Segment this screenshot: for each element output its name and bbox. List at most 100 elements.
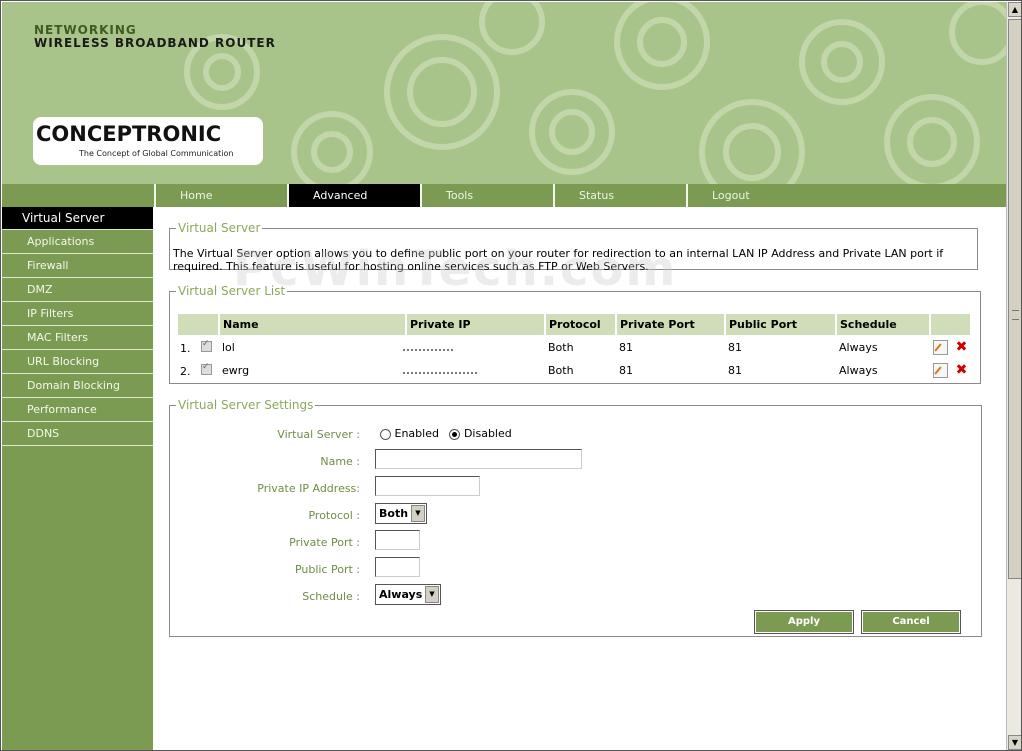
enabled-radio[interactable] — [380, 428, 391, 440]
public-port-label: Public Port : — [294, 563, 360, 576]
scroll-up-arrow-icon[interactable]: ▲ — [1008, 2, 1021, 17]
row-index: 1. — [180, 341, 191, 355]
conceptronic-logo: CONCEPTRONIC The Concept of Global Commu… — [33, 117, 263, 165]
edit-icon[interactable] — [933, 363, 948, 378]
intro-legend: Virtual Server — [178, 221, 261, 235]
row-schedule: Always — [839, 341, 878, 354]
row-select-cell: 2. — [178, 360, 218, 381]
apply-button[interactable]: Apply — [754, 610, 854, 634]
row-schedule: Always — [839, 364, 878, 377]
header-select-cell — [178, 314, 218, 335]
sidebar-item-ip-filters[interactable]: IP Filters — [2, 303, 153, 326]
edit-icon[interactable] — [933, 340, 948, 355]
virtual-server-settings-panel: Virtual Server Settings Virtual Server :… — [169, 398, 982, 637]
name-label: Name : — [320, 455, 360, 468]
virtual-server-radio-group: Enabled Disabled — [380, 427, 512, 440]
row-private-port: 81 — [619, 341, 633, 354]
column-header-private-ip: Private IP — [407, 314, 544, 335]
sidebar-item-domain-blocking[interactable]: Domain Blocking — [2, 375, 153, 398]
row-private-port: 81 — [619, 364, 633, 377]
column-header-public-port: Public Port — [726, 314, 835, 335]
row-name: ewrg — [222, 364, 250, 377]
row-private-ip-redacted — [403, 337, 544, 358]
table-header-row: Name Private IP Protocol Private Port Pu… — [178, 314, 970, 335]
redacted-ip-mark — [403, 365, 477, 374]
column-header-name: Name — [220, 314, 405, 335]
schedule-select[interactable]: Always ▼ — [375, 584, 441, 605]
private-port-label: Private Port : — [289, 536, 360, 549]
name-field[interactable] — [375, 449, 582, 469]
delete-icon[interactable]: ✖ — [955, 340, 968, 354]
row-select-cell: 1. — [178, 337, 218, 358]
chevron-down-icon[interactable]: ▼ — [411, 505, 425, 522]
enabled-label: Enabled — [394, 427, 439, 440]
grip-icon — [1012, 310, 1019, 320]
intro-description: The Virtual Server option allows you to … — [173, 247, 944, 273]
tab-status[interactable]: Status — [553, 184, 686, 207]
router-admin-window: NETWORKING WIRELESS BROADBAND ROUTER CON… — [0, 0, 1022, 751]
sidebar-item-performance[interactable]: Performance — [2, 399, 153, 422]
header-actions-cell — [931, 314, 970, 335]
row-index: 2. — [180, 364, 191, 378]
tab-home[interactable]: Home — [154, 184, 287, 207]
row-private-ip-redacted — [403, 360, 544, 381]
header-banner: NETWORKING WIRELESS BROADBAND ROUTER CON… — [2, 2, 1006, 184]
column-header-private-port: Private Port — [617, 314, 724, 335]
table-row: 1. lol Both 81 81 Always ✖ — [178, 337, 970, 358]
sidebar-item-firewall[interactable]: Firewall — [2, 255, 153, 278]
logo-text: CONCEPTRONIC — [36, 122, 222, 146]
sidebar-item-applications[interactable]: Applications — [2, 231, 153, 254]
row-protocol: Both — [548, 341, 574, 354]
private-port-field[interactable] — [375, 530, 420, 550]
tab-tools[interactable]: Tools — [420, 184, 553, 207]
sidebar-item-mac-filters[interactable]: MAC Filters — [2, 327, 153, 350]
column-header-schedule: Schedule — [837, 314, 929, 335]
sidebar-item-url-blocking[interactable]: URL Blocking — [2, 351, 153, 374]
private-port-label-wrap: Private Port : — [180, 536, 360, 552]
tab-advanced[interactable]: Advanced — [287, 184, 420, 207]
scrollbar-thumb[interactable] — [1008, 19, 1021, 579]
disabled-radio[interactable] — [449, 428, 461, 440]
row-enabled-checkbox[interactable] — [201, 362, 212, 375]
sidebar-item-dmz[interactable]: DMZ — [2, 279, 153, 302]
protocol-selected-value: Both — [379, 507, 409, 520]
virtual-server-label: Virtual Server : — [277, 428, 360, 441]
row-name: lol — [222, 341, 235, 354]
virtual-server-list-panel: Virtual Server List Name Private IP Prot… — [169, 284, 981, 384]
table-row: 2. ewrg Both 81 81 Always ✖ — [178, 360, 970, 381]
scroll-down-arrow-icon[interactable]: ▼ — [1008, 735, 1021, 750]
vertical-scrollbar[interactable]: ▲ ▼ — [1006, 2, 1021, 750]
public-port-field[interactable] — [375, 557, 420, 577]
column-header-protocol: Protocol — [546, 314, 615, 335]
row-protocol: Both — [548, 364, 574, 377]
list-legend: Virtual Server List — [178, 284, 286, 298]
protocol-label-wrap: Protocol : — [180, 509, 360, 525]
schedule-label-wrap: Schedule : — [180, 590, 360, 606]
row-public-port: 81 — [728, 364, 742, 377]
main-content: Virtual Server The Virtual Server option… — [153, 207, 1006, 750]
row-enabled-checkbox[interactable] — [201, 339, 212, 352]
cancel-button[interactable]: Cancel — [861, 610, 961, 634]
sidebar-item-virtual-server[interactable]: Virtual Server — [2, 207, 153, 230]
settings-legend: Virtual Server Settings — [178, 398, 314, 412]
schedule-label: Schedule : — [302, 590, 360, 603]
protocol-select[interactable]: Both ▼ — [375, 503, 427, 524]
private-ip-label: Private IP Address: — [257, 482, 360, 495]
virtual-server-label-wrap: Virtual Server : — [180, 428, 360, 444]
row-actions: ✖ — [931, 337, 970, 358]
private-ip-field[interactable] — [375, 476, 480, 496]
disabled-label: Disabled — [463, 427, 512, 440]
name-label-wrap: Name : — [180, 455, 360, 471]
delete-icon[interactable]: ✖ — [955, 363, 968, 377]
top-navigation: Home Advanced Tools Status Logout — [2, 184, 1006, 207]
brand-router-label: WIRELESS BROADBAND ROUTER — [34, 36, 276, 50]
sidebar-item-ddns[interactable]: DDNS — [2, 423, 153, 446]
row-actions: ✖ — [931, 360, 970, 381]
tab-logout[interactable]: Logout — [686, 184, 819, 207]
protocol-label: Protocol : — [308, 509, 360, 522]
logo-tagline: The Concept of Global Communication — [79, 149, 234, 158]
brand-networking-label: NETWORKING — [34, 23, 137, 37]
virtual-server-intro-panel: Virtual Server The Virtual Server option… — [169, 221, 978, 273]
chevron-down-icon[interactable]: ▼ — [425, 586, 439, 603]
public-port-label-wrap: Public Port : — [180, 563, 360, 579]
